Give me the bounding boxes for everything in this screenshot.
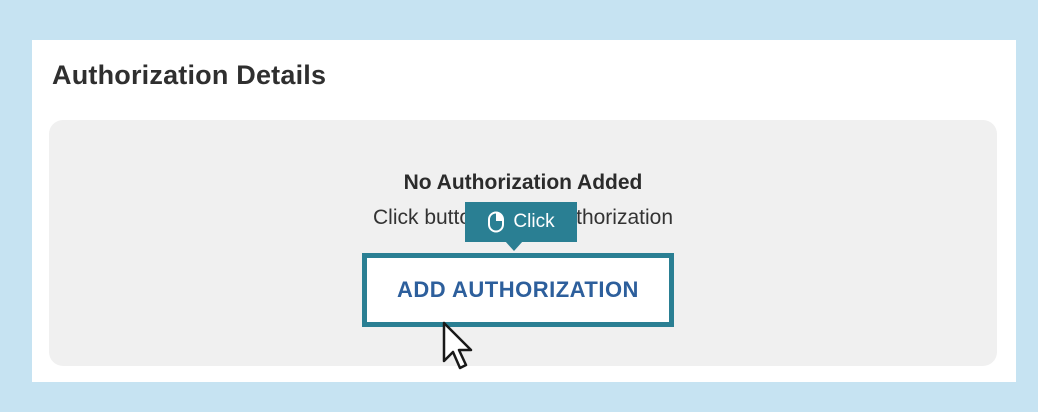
add-authorization-button[interactable]: ADD AUTHORIZATION	[362, 253, 674, 327]
click-tooltip: Click	[465, 202, 577, 251]
mouse-pointer-icon	[442, 321, 473, 370]
empty-state-panel: No Authorization Added Click button to a…	[49, 120, 997, 366]
mouse-icon	[488, 211, 505, 233]
click-tooltip-label: Click	[513, 211, 555, 232]
empty-state-title: No Authorization Added	[403, 171, 643, 194]
section-title: Authorization Details	[52, 60, 327, 90]
